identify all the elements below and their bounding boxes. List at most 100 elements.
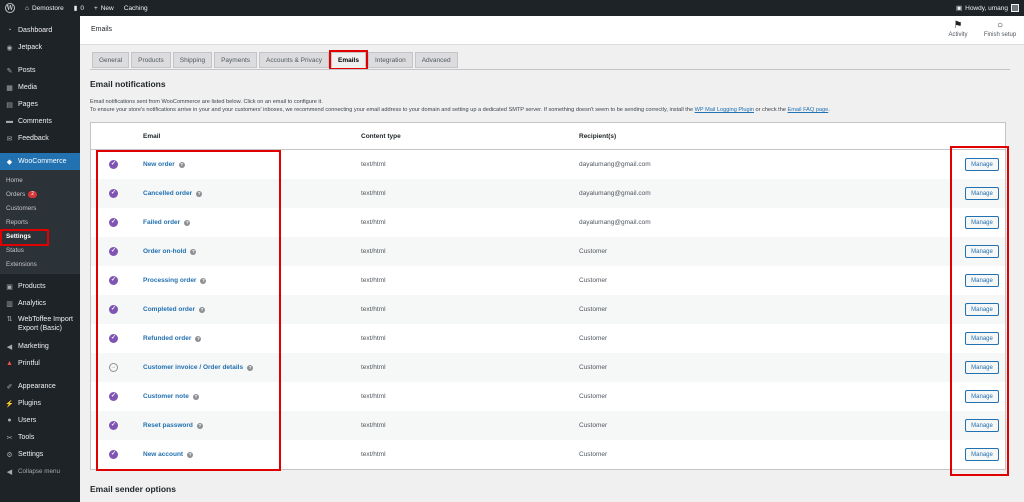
manage-button[interactable]: Manage: [965, 390, 999, 403]
wp-mail-logging-link[interactable]: WP Mail Logging Plugin: [695, 107, 754, 113]
manage-button[interactable]: Manage: [965, 361, 999, 374]
pin-icon: ✎: [6, 67, 13, 75]
caching-link[interactable]: Caching: [119, 0, 153, 16]
email-name-link[interactable]: Customer note?: [143, 393, 199, 400]
email-name-link[interactable]: Failed order?: [143, 219, 191, 226]
sidebar-item-analytics[interactable]: ▥ Analytics: [0, 295, 80, 312]
manage-cell: Manage: [965, 419, 999, 432]
help-tip-icon[interactable]: ?: [184, 219, 191, 226]
submenu-item-extensions[interactable]: Extensions: [0, 257, 80, 271]
manage-button[interactable]: Manage: [965, 332, 999, 345]
email-name-link[interactable]: New account?: [143, 451, 194, 458]
wp-logo-button[interactable]: W: [0, 0, 20, 16]
table-row: ✓ Processing order? text/html Customer Manag…: [91, 266, 1005, 295]
comments-link[interactable]: ▮ 0: [69, 0, 89, 16]
sidebar-item-webtoffee[interactable]: ⇅ WebToffee Import Export (Basic): [0, 312, 80, 338]
sidebar-item-appearance[interactable]: ✐ Appearance: [0, 378, 80, 395]
section-title: Email notifications: [90, 79, 166, 89]
sidebar-item-media[interactable]: ▦ Media: [0, 79, 80, 96]
home-icon: ⌂: [25, 4, 29, 12]
activity-button[interactable]: ⚑ Activity: [938, 20, 978, 38]
table-row: ✓ Failed order? text/html dayalumang@gmail.…: [91, 208, 1005, 237]
help-tip-icon[interactable]: ?: [200, 277, 207, 284]
sidebar-item-feedback[interactable]: ✉ Feedback: [0, 130, 80, 147]
help-tip-icon[interactable]: ?: [196, 422, 203, 429]
sidebar-item-jetpack[interactable]: ◉ Jetpack: [0, 39, 80, 56]
tab-payments[interactable]: Payments: [214, 52, 257, 68]
email-name-link[interactable]: Order on-hold?: [143, 248, 197, 255]
new-content-link[interactable]: + New: [89, 0, 119, 16]
tab-accounts-privacy[interactable]: Accounts & Privacy: [259, 52, 329, 68]
help-tip-icon[interactable]: ?: [187, 451, 194, 458]
submenu-item-customers[interactable]: Customers: [0, 201, 80, 215]
manage-button[interactable]: Manage: [965, 187, 999, 200]
manage-cell: Manage: [965, 332, 999, 345]
submenu-item-reports[interactable]: Reports: [0, 215, 80, 229]
help-tip-icon[interactable]: ?: [178, 161, 185, 168]
table-body: ✓ New order? text/html dayalumang@gmail.com…: [91, 150, 1005, 469]
tab-general[interactable]: General: [92, 52, 130, 68]
brush-icon: ✐: [6, 383, 13, 391]
column-header-recipients: Recipient(s): [579, 132, 617, 140]
manage-button[interactable]: Manage: [965, 216, 999, 229]
email-name-link[interactable]: Processing order?: [143, 277, 207, 284]
submenu-item-home[interactable]: Home: [0, 173, 80, 187]
recipient-cell: Customer: [579, 364, 608, 371]
help-tip-icon[interactable]: ?: [199, 306, 206, 313]
finish-setup-button[interactable]: ○ Finish setup: [980, 20, 1020, 38]
help-tip-icon[interactable]: ?: [196, 190, 203, 197]
email-name-link[interactable]: Cancelled order?: [143, 190, 203, 197]
submenu-item-orders[interactable]: Orders 2: [0, 187, 80, 201]
feedback-icon: ✉: [6, 135, 13, 143]
manage-button[interactable]: Manage: [965, 419, 999, 432]
email-status-cell: ✓: [109, 266, 121, 295]
sidebar-item-pages[interactable]: ▤ Pages: [0, 96, 80, 113]
sidebar-item-plugins[interactable]: ⚡ Plugins: [0, 395, 80, 412]
email-faq-link[interactable]: Email FAQ page: [788, 107, 829, 113]
email-name-link[interactable]: Reset password?: [143, 422, 203, 429]
megaphone-icon: ◀: [6, 343, 13, 351]
manage-button[interactable]: Manage: [965, 303, 999, 316]
sidebar-item-tools[interactable]: ✂ Tools: [0, 429, 80, 446]
email-status-cell: ✓: [109, 237, 121, 266]
help-tip-icon[interactable]: ?: [192, 393, 199, 400]
tab-shipping[interactable]: Shipping: [172, 52, 213, 68]
enabled-check-icon: ✓: [109, 305, 118, 314]
manage-cell: Manage: [965, 187, 999, 200]
submenu-item-settings[interactable]: Settings: [0, 229, 80, 243]
manage-button[interactable]: Manage: [965, 274, 999, 287]
manage-button[interactable]: Manage: [965, 158, 999, 171]
sidebar-item-settings[interactable]: ⚙ Settings: [0, 446, 80, 463]
email-name-link[interactable]: Completed order?: [143, 306, 206, 313]
sidebar-item-products[interactable]: ▣ Products: [0, 278, 80, 295]
manage-cell: Manage: [965, 216, 999, 229]
email-name-link[interactable]: Customer invoice / Order details?: [143, 364, 254, 371]
enabled-check-icon: ✓: [109, 450, 118, 459]
sidebar-item-marketing[interactable]: ◀ Marketing: [0, 338, 80, 355]
sidebar-item-dashboard[interactable]: ◔ Dashboard: [0, 22, 80, 39]
sidebar-item-posts[interactable]: ✎ Posts: [0, 62, 80, 79]
help-tip-icon[interactable]: ?: [247, 364, 254, 371]
sidebar-item-users[interactable]: ● Users: [0, 412, 80, 429]
manage-button[interactable]: Manage: [965, 448, 999, 461]
sender-options-title: Email sender options: [90, 484, 176, 494]
manage-button[interactable]: Manage: [965, 245, 999, 258]
recipient-cell: Customer: [579, 277, 608, 284]
woocommerce-submenu: Home Orders 2 Customers Reports Settings …: [0, 170, 80, 274]
sidebar-item-woocommerce[interactable]: ◆ WooCommerce: [0, 153, 80, 170]
tab-advanced[interactable]: Advanced: [414, 52, 458, 68]
help-tip-icon[interactable]: ?: [195, 335, 202, 342]
email-name-link[interactable]: Refunded order?: [143, 335, 202, 342]
account-menu[interactable]: ▣ Howdy, umang: [951, 0, 1024, 16]
sidebar-item-printful[interactable]: ▲ Printful: [0, 355, 80, 372]
tab-integration[interactable]: Integration: [367, 52, 413, 68]
help-tip-icon[interactable]: ?: [190, 248, 197, 255]
email-name-link[interactable]: New order?: [143, 161, 185, 168]
submenu-item-status[interactable]: Status: [0, 243, 80, 257]
sidebar-item-comments[interactable]: ▬ Comments: [0, 113, 80, 130]
manage-cell: Manage: [965, 361, 999, 374]
site-name-link[interactable]: ⌂ Demostore: [20, 0, 69, 16]
collapse-menu-button[interactable]: ◀ Collapse menu: [0, 463, 80, 480]
tab-emails[interactable]: Emails: [329, 50, 368, 70]
tab-products[interactable]: Products: [131, 52, 171, 68]
